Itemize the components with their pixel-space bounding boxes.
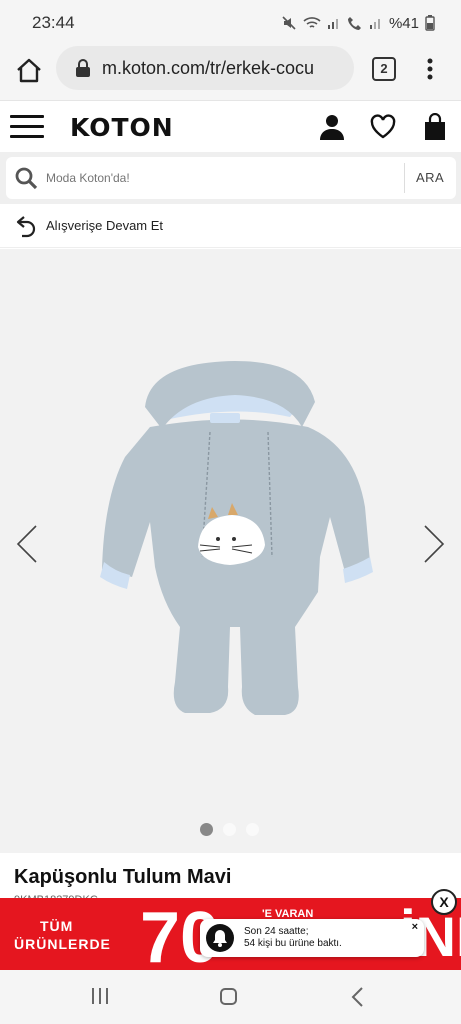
koton-logo[interactable]: KOTON xyxy=(70,113,174,142)
browser-toolbar: m.koton.com/tr/erkek-cocu 2 xyxy=(0,46,461,100)
signal2-icon xyxy=(369,19,380,29)
notification-close-button[interactable]: × xyxy=(412,921,418,933)
search-box: ARA xyxy=(6,157,456,199)
call-icon xyxy=(347,17,361,30)
lock-icon xyxy=(76,59,90,77)
search-icon xyxy=(15,167,38,190)
product-title: Kapüşonlu Tulum Mavi xyxy=(14,866,232,888)
mute-icon xyxy=(282,16,296,30)
search-input[interactable] xyxy=(46,171,376,185)
battery-label: %41 xyxy=(388,14,419,32)
url-text: m.koton.com/tr/erkek-cocu xyxy=(102,57,315,78)
hamburger-menu-icon[interactable] xyxy=(10,115,44,139)
battery-icon xyxy=(425,15,435,31)
tab-switcher-button[interactable]: 2 xyxy=(372,57,396,81)
promo-close-button[interactable]: X xyxy=(431,889,457,915)
gallery-dot[interactable] xyxy=(200,823,213,836)
gallery-pagination xyxy=(200,823,259,836)
recent-apps-icon[interactable] xyxy=(90,986,110,1008)
notification-line2: 54 kişi bu ürüne baktı. xyxy=(244,938,342,949)
shopping-bag-icon[interactable] xyxy=(421,113,449,141)
views-notification: Son 24 saatte; 54 kişi bu ürüne baktı. × xyxy=(200,919,424,957)
gallery-dot[interactable] xyxy=(246,823,259,836)
home-nav-icon[interactable] xyxy=(218,986,240,1008)
gallery-dot[interactable] xyxy=(223,823,236,836)
address-bar[interactable]: m.koton.com/tr/erkek-cocu xyxy=(56,46,354,90)
back-nav-icon[interactable] xyxy=(348,986,368,1008)
wifi-icon xyxy=(303,17,321,28)
heart-icon[interactable] xyxy=(369,113,397,141)
notification-line1: Son 24 saatte; xyxy=(244,926,309,937)
user-icon[interactable] xyxy=(318,113,346,141)
system-navigation-bar xyxy=(0,970,461,1024)
product-image xyxy=(100,361,373,715)
search-divider xyxy=(404,163,405,193)
promo-line1: TÜM xyxy=(40,918,74,934)
notification-bell-icon xyxy=(206,924,234,952)
site-header: KOTON xyxy=(0,100,461,152)
status-bar: 23:44 %41 xyxy=(0,0,461,46)
status-icons: %41 xyxy=(281,15,435,32)
status-time: 23:44 xyxy=(32,13,75,32)
overflow-menu-icon[interactable] xyxy=(420,56,440,82)
search-area: ARA xyxy=(0,152,461,204)
product-gallery[interactable] xyxy=(0,249,461,853)
continue-shopping-label: Alışverişe Devam Et xyxy=(46,218,164,233)
continue-shopping-link[interactable]: Alışverişe Devam Et xyxy=(0,204,461,248)
search-button[interactable]: ARA xyxy=(416,157,444,199)
next-image-arrow-icon[interactable] xyxy=(423,524,445,564)
back-arrow-icon xyxy=(16,215,36,237)
signal-icon xyxy=(327,19,338,29)
promo-line2: ÜRÜNLERDE xyxy=(14,936,111,952)
home-icon[interactable] xyxy=(14,56,44,86)
previous-image-arrow-icon[interactable] xyxy=(16,524,38,564)
